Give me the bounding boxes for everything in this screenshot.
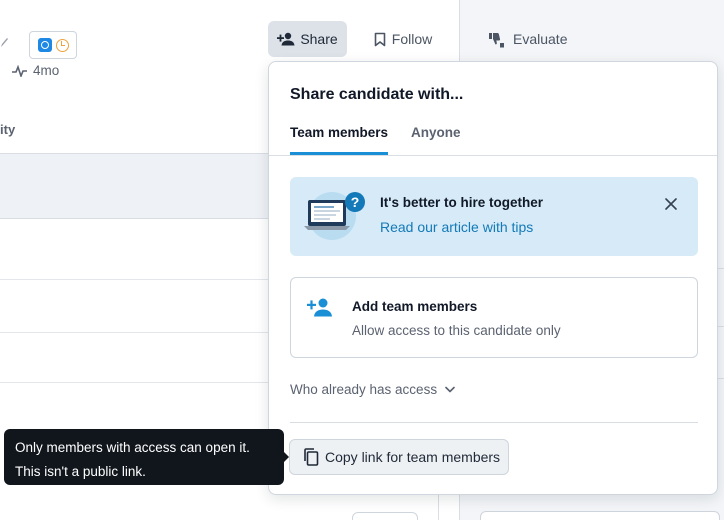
tip-close-button[interactable]	[662, 195, 680, 213]
share-popover: Share candidate with... Team members Any…	[268, 61, 718, 495]
person-add-icon	[277, 32, 295, 46]
thumbs-up-down-icon	[489, 32, 504, 47]
follow-label: Follow	[391, 31, 433, 47]
tab-team-members[interactable]: Team members	[290, 125, 388, 140]
clock-icon	[55, 38, 69, 52]
laptop-question-illustration: ?	[304, 192, 365, 240]
person-add-icon	[307, 298, 332, 317]
row-action-button[interactable]	[352, 512, 418, 520]
chevron-down-icon	[445, 386, 455, 393]
evaluate-label: Evaluate	[513, 31, 568, 47]
source-badges[interactable]	[29, 31, 77, 59]
copy-link-label: Copy link for team members	[325, 449, 501, 465]
bookmark-icon	[374, 32, 386, 46]
evaluate-button[interactable]: Evaluate	[480, 21, 580, 57]
follow-button[interactable]: Follow	[362, 21, 444, 57]
section-divider	[290, 422, 698, 423]
tab-anyone[interactable]: Anyone	[411, 125, 461, 140]
tip-article-link[interactable]: Read our article with tips	[380, 219, 533, 235]
copy-icon	[304, 448, 319, 466]
tooltip-line-2: This isn't a public link.	[15, 464, 146, 479]
activity-age: 4mo	[33, 63, 60, 78]
share-button[interactable]: Share	[268, 21, 347, 57]
last-activity: 4mo	[12, 63, 59, 78]
close-icon	[665, 198, 677, 210]
tabs-divider	[269, 155, 717, 156]
column-header-fragment: ity	[0, 122, 16, 137]
who-has-access-toggle[interactable]: Who already has access	[290, 382, 455, 397]
pencil-icon[interactable]	[0, 36, 8, 48]
copy-link-button[interactable]: Copy link for team members	[289, 439, 509, 475]
popover-title: Share candidate with...	[290, 86, 464, 103]
share-label: Share	[300, 31, 338, 47]
tooltip-line-1: Only members with access can open it.	[15, 440, 250, 455]
who-has-access-label: Who already has access	[290, 382, 438, 397]
add-team-members-card[interactable]: Add team members Allow access to this ca…	[290, 277, 698, 358]
evaluation-card	[480, 511, 720, 520]
add-members-title: Add team members	[352, 299, 478, 314]
tip-title: It's better to hire together	[380, 195, 543, 210]
copy-link-tooltip: Only members with access can open it. Th…	[4, 429, 284, 485]
activity-pulse-icon	[12, 64, 27, 77]
svg-text:?: ?	[351, 194, 360, 210]
tooltip-arrow	[283, 451, 289, 463]
add-members-subtitle: Allow access to this candidate only	[352, 323, 561, 338]
tip-banner: ? It's better to hire together Read our …	[290, 177, 698, 256]
source-app-icon	[37, 38, 52, 52]
